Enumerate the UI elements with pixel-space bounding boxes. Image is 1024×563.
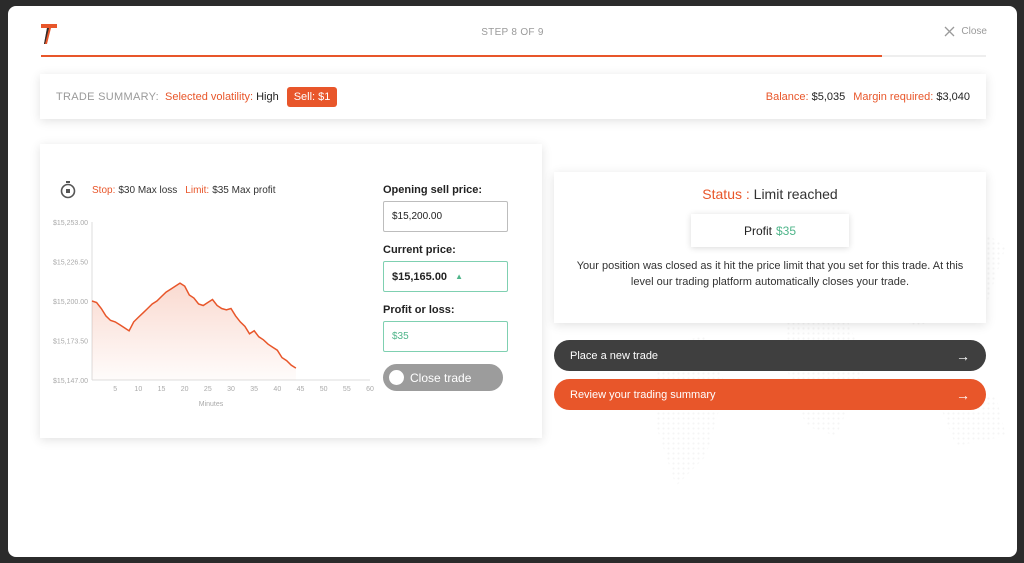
x-tick-label: 40: [273, 386, 281, 393]
x-tick-label: 30: [227, 386, 235, 393]
x-tick-label: 10: [134, 386, 142, 393]
current-price-field: $15,165.00 ▲: [383, 261, 508, 292]
x-tick-label: 5: [113, 386, 117, 393]
profit-box: Profit $35: [691, 214, 849, 247]
close-trade-toggle[interactable]: Close trade: [383, 364, 503, 391]
x-tick-label: 35: [250, 386, 258, 393]
modal-window: STEP 8 OF 9 Close TRADE SUMMARY: Selecte…: [8, 6, 1017, 557]
sell-badge: Sell: $1: [286, 86, 338, 107]
review-summary-label: Review your trading summary: [570, 388, 716, 401]
current-price-value: $15,165.00: [392, 270, 448, 283]
stop-label: Stop:: [92, 185, 116, 196]
trade-fields: Opening sell price: $15,200.00 Current p…: [383, 184, 508, 391]
y-tick-label: $15,226.50: [53, 260, 88, 267]
status-label: Status :: [702, 186, 750, 202]
profit-loss-field: $35: [383, 321, 508, 352]
price-chart-card: Stop: $30 Max loss Limit: $35 Max profit…: [40, 144, 542, 438]
step-indicator: STEP 8 OF 9: [481, 27, 544, 38]
margin-label: Margin required:: [853, 90, 934, 103]
balance-label: Balance:: [765, 90, 809, 103]
current-price-label: Current price:: [383, 244, 456, 256]
review-summary-button[interactable]: Review your trading summary →: [554, 379, 986, 410]
place-new-trade-button[interactable]: Place a new trade →: [554, 340, 986, 371]
profit-label: Profit: [743, 223, 772, 238]
y-tick-label: $15,200.00: [53, 299, 88, 306]
x-tick-label: 50: [320, 386, 328, 393]
summary-title: TRADE SUMMARY:: [56, 90, 160, 103]
toggle-knob: [389, 370, 404, 385]
x-tick-label: 55: [343, 386, 351, 393]
arrow-right-icon: →: [956, 386, 970, 403]
opening-price-value: $15,200.00: [392, 211, 443, 222]
x-axis-label: Minutes: [199, 401, 224, 408]
status-title: Status : Limit reached: [554, 186, 986, 202]
price-chart: $15,253.00 $15,226.50 $15,200.00 $15,173.50…: [53, 220, 374, 408]
stop-limit-info: Stop: $30 Max loss Limit: $35 Max profit: [92, 185, 276, 196]
progress-fill: [41, 55, 883, 57]
balance-value: $5,035: [811, 90, 846, 103]
close-label: Close: [961, 26, 987, 37]
stopwatch-icon: [60, 181, 76, 199]
close-button[interactable]: Close: [944, 26, 987, 37]
y-tick-label: $15,173.50: [53, 339, 88, 346]
x-tick-label: 20: [181, 386, 189, 393]
y-tick-label: $15,147.00: [53, 378, 88, 385]
x-tick-label: 25: [204, 386, 212, 393]
x-tick-label: 45: [297, 386, 305, 393]
volatility-value: High: [256, 90, 279, 103]
close-icon: [944, 26, 955, 37]
opening-price-label: Opening sell price:: [383, 184, 483, 196]
y-tick-label: $15,253.00: [53, 220, 88, 227]
profit-loss-value: $35: [392, 331, 409, 342]
x-tick-label: 60: [366, 386, 374, 393]
arrow-right-icon: →: [956, 347, 970, 364]
close-trade-label: Close trade: [410, 370, 472, 385]
margin-value: $3,040: [936, 90, 970, 103]
profit-value: $35: [775, 223, 797, 238]
place-new-trade-label: Place a new trade: [570, 349, 659, 362]
status-value: Limit reached: [753, 186, 838, 202]
limit-label: Limit:: [185, 185, 210, 196]
x-tick-label: 15: [158, 386, 166, 393]
limit-value: $35 Max profit: [212, 185, 276, 196]
status-card: Status : Limit reached Profit $35 Your p…: [554, 172, 986, 323]
volatility-label: Selected volatility:: [165, 90, 254, 103]
opening-price-field: $15,200.00: [383, 201, 508, 232]
triangle-up-icon: ▲: [455, 272, 463, 281]
profit-loss-label: Profit or loss:: [383, 304, 455, 316]
trade-summary-bar: TRADE SUMMARY: Selected volatility: High…: [40, 74, 986, 119]
progress-bar: [41, 55, 986, 57]
status-message: Your position was closed as it hit the p…: [576, 260, 964, 288]
stop-value: $30 Max loss: [118, 185, 178, 196]
